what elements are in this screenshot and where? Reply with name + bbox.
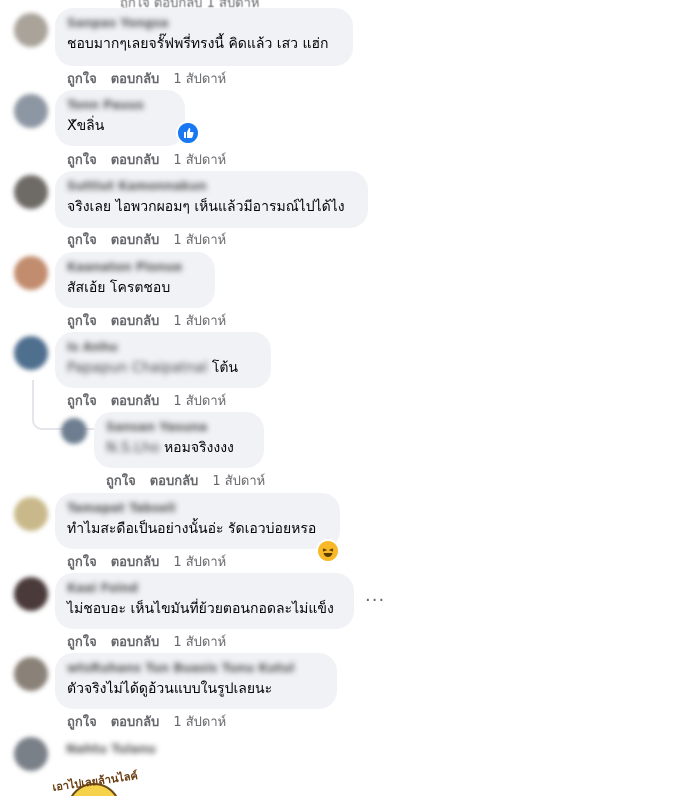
comment-text: ชอบมากๆเลยจรั๊ฟพรี่ทรงนี้ คิดแล้ว เสว แฮ… — [67, 36, 329, 52]
comment-author[interactable]: Nahtu Tulanu — [66, 742, 156, 757]
comment-bubble: Tamapat Tabseli ทำไมสะดือเป็นอย่างนั้นอ่… — [55, 493, 340, 549]
comment-bubble: wtsRuhans Tun Buasis Tunu Kutul ตัวจริงไ… — [55, 653, 337, 709]
avatar[interactable] — [14, 256, 48, 290]
comment-author[interactable]: wtsRuhans Tun Buasis Tunu Kutul — [67, 661, 325, 676]
comment-timestamp[interactable]: 1 สัปดาห์ — [173, 555, 226, 570]
reply-text: N.S.Lho หอมจริงงงง — [106, 438, 252, 458]
comment-text: ทำไมสะดือเป็นอย่างนั้นอ่ะ รัดเอวบ่อยหรอ — [67, 521, 317, 537]
more-options-icon[interactable]: ··· — [365, 590, 385, 611]
like-link[interactable]: ถูกใจ — [67, 314, 97, 329]
like-link[interactable]: ถูกใจ — [67, 233, 97, 248]
reply-link[interactable]: ตอบกลับ — [111, 394, 160, 409]
reply-link[interactable]: ตอบกลับ — [150, 474, 199, 489]
comment-author[interactable]: Tamapat Tabseli — [67, 501, 328, 516]
comment-text: ไม่ชอบอะ เห็นไขมันที่ย้วยตอนกอดละไม่แข็ง — [67, 601, 334, 617]
comment-text: Xัขลิ่น — [67, 118, 105, 134]
reply-link[interactable]: ตอบกลับ — [111, 153, 160, 168]
avatar[interactable] — [14, 336, 48, 370]
comment-author[interactable]: Tonn Pauus — [67, 98, 173, 113]
comment-timestamp[interactable]: 1 สัปดาห์ — [173, 715, 226, 730]
reply-link[interactable]: ตอบกลับ — [111, 314, 160, 329]
comment-text: จริงเลย ไอพวกผอมๆ เห็นแล้วมีอารมณ์ไปได้ไ… — [67, 199, 345, 215]
comment-author-wrap: Nahtu Tulanu — [66, 742, 156, 757]
comment-timestamp[interactable]: 1 สัปดาห์ — [173, 153, 226, 168]
comment-text: Papapun Chaipatnal โต้น — [67, 358, 259, 378]
avatar[interactable] — [14, 175, 48, 209]
like-link[interactable]: ถูกใจ — [67, 72, 97, 87]
like-link[interactable]: ถูกใจ — [67, 555, 97, 570]
comment-text: สัสเอ้ย โครตชอบ — [67, 280, 171, 296]
avatar[interactable] — [14, 94, 48, 128]
comment-author[interactable]: Sanpas Yongsa — [67, 16, 341, 31]
reply-link[interactable]: ตอบกลับ — [111, 635, 160, 650]
reply-text-body: หอมจริงงงง — [163, 440, 234, 456]
comment-timestamp[interactable]: 1 สัปดาห์ — [173, 314, 226, 329]
comment-actions: ถูกใจ ตอบกลับ 1 สัปดาห์ — [67, 68, 240, 89]
comment-author[interactable]: Is Anhu — [67, 340, 259, 355]
like-reaction-icon[interactable] — [176, 121, 200, 145]
comment-timestamp[interactable]: 1 สัปดาห์ — [173, 72, 226, 87]
avatar[interactable] — [14, 577, 48, 611]
comment-timestamp[interactable]: 1 สัปดาห์ — [173, 233, 226, 248]
like-link[interactable]: ถูกใจ — [67, 635, 97, 650]
comment-timestamp[interactable]: 1 สัปดาห์ — [173, 635, 226, 650]
comment-author[interactable]: Suttiut Kamonnakun — [67, 179, 356, 194]
avatar[interactable] — [14, 657, 48, 691]
like-link[interactable]: ถูกใจ — [106, 474, 136, 489]
reply-link[interactable]: ตอบกลับ — [111, 233, 160, 248]
reply-author[interactable]: Sansan Yasuna — [106, 420, 252, 435]
mention-link[interactable]: Papapun Chaipatnal — [67, 360, 207, 376]
reply-link[interactable]: ตอบกลับ — [111, 72, 160, 87]
comment-actions: ถูกใจ ตอบกลับ 1 สัปดาห์ — [67, 149, 240, 170]
comment-bubble: Kaai Foind ไม่ชอบอะ เห็นไขมันที่ย้วยตอนก… — [55, 573, 354, 629]
mention-link[interactable]: N.S.Lho — [106, 440, 160, 456]
avatar[interactable] — [14, 497, 48, 531]
comment-actions: ถูกใจ ตอบกลับ 1 สัปดาห์ — [67, 229, 240, 250]
comment-bubble: Suttiut Kamonnakun จริงเลย ไอพวกผอมๆ เห็… — [55, 171, 368, 228]
reply-link[interactable]: ตอบกลับ — [111, 715, 160, 730]
comment-author[interactable]: Kaai Foind — [67, 581, 342, 596]
comment-bubble: Tonn Pauus Xัขลิ่น — [55, 90, 185, 146]
comment-actions: ถูกใจ ตอบกลับ 1 สัปดาห์ — [67, 631, 240, 652]
avatar[interactable] — [61, 418, 87, 444]
reply-actions: ถูกใจ ตอบกลับ 1 สัปดาห์ — [106, 470, 279, 491]
avatar[interactable] — [14, 13, 48, 47]
comment-actions: ถูกใจ ตอบกลับ 1 สัปดาห์ — [67, 551, 240, 572]
sticker-image[interactable]: เอาไปเลยล้านไลค์ — [52, 769, 142, 800]
haha-reaction-icon[interactable] — [316, 539, 340, 563]
reply-timestamp[interactable]: 1 สัปดาห์ — [212, 474, 265, 489]
comment-bubble: Kaanaton Pionue สัสเอ้ย โครตชอบ — [55, 252, 215, 308]
comment-actions: ถูกใจ ตอบกลับ 1 สัปดาห์ — [67, 310, 240, 331]
reply-bubble: Sansan Yasuna N.S.Lho หอมจริงงงง — [94, 412, 264, 468]
comment-author[interactable]: Kaanaton Pionue — [67, 260, 203, 275]
comment-timestamp[interactable]: 1 สัปดาห์ — [173, 394, 226, 409]
comment-actions: ถูกใจ ตอบกลับ 1 สัปดาห์ — [67, 711, 240, 732]
like-link[interactable]: ถูกใจ — [67, 715, 97, 730]
avatar[interactable] — [14, 737, 48, 771]
comment-bubble: Sanpas Yongsa ชอบมากๆเลยจรั๊ฟพรี่ทรงนี้ … — [55, 8, 353, 66]
like-link[interactable]: ถูกใจ — [67, 153, 97, 168]
comment-text: ตัวจริงไม่ได้ดูอ้วนแบบในรูปเลยนะ — [67, 681, 273, 697]
comment-text-body: โต้น — [211, 360, 238, 376]
reply-link[interactable]: ตอบกลับ — [111, 555, 160, 570]
